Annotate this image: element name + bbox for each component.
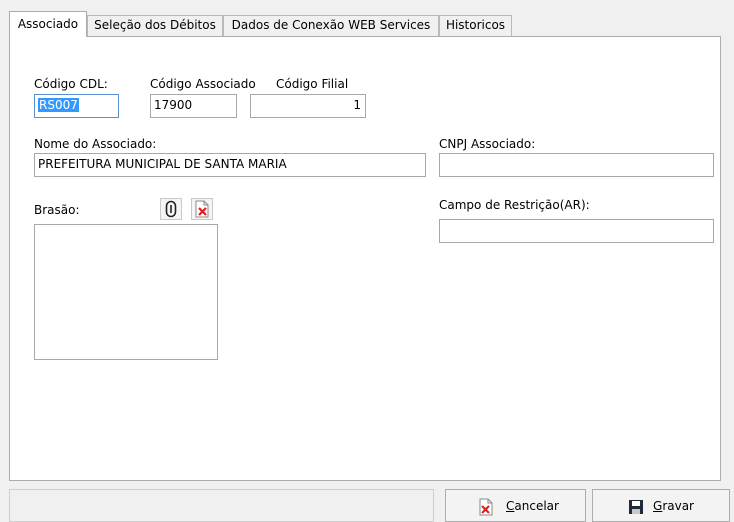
codigo-filial-label: Código Filial [276, 77, 349, 91]
campo-restricao-label: Campo de Restrição(AR): [439, 198, 590, 212]
tab-label: Dados de Conexão WEB Services [231, 18, 431, 32]
tab-dados-conexao[interactable]: Dados de Conexão WEB Services [223, 15, 439, 36]
nome-associado-label: Nome do Associado: [34, 137, 157, 151]
codigo-associado-field[interactable]: 17900 [150, 94, 237, 118]
codigo-cdl-label: Código CDL: [34, 77, 108, 91]
tab-associado[interactable]: Associado [9, 11, 87, 37]
nome-associado-value: PREFEITURA MUNICIPAL DE SANTA MARIA [38, 157, 287, 171]
cancel-label-rest: ancelar [514, 499, 559, 513]
save-button-label: Gravar [653, 499, 694, 513]
associado-panel: Código CDL: RS007 Código Associado 17900… [9, 36, 721, 481]
save-label-rest: ravar [662, 499, 694, 513]
codigo-filial-value: 1 [353, 98, 361, 112]
cnpj-associado-field[interactable] [439, 153, 714, 177]
cancel-button[interactable]: Cancelar [445, 489, 586, 522]
codigo-cdl-field[interactable]: RS007 [34, 94, 119, 118]
tab-selecao-debitos[interactable]: Seleção dos Débitos [87, 15, 223, 36]
campo-restricao-field[interactable] [439, 219, 714, 243]
status-bar [9, 489, 434, 522]
save-button[interactable]: Gravar [592, 489, 730, 522]
tab-label: Historicos [445, 18, 506, 32]
tab-historicos[interactable]: Historicos [439, 15, 512, 36]
attach-image-button[interactable] [160, 198, 182, 220]
codigo-filial-field[interactable]: 1 [250, 94, 366, 118]
tab-label: Seleção dos Débitos [94, 18, 216, 32]
cancel-button-label: Cancelar [506, 499, 559, 513]
codigo-associado-value: 17900 [154, 98, 193, 112]
nome-associado-field[interactable]: PREFEITURA MUNICIPAL DE SANTA MARIA [34, 153, 426, 177]
paperclip-icon [165, 200, 177, 218]
cancel-icon [479, 498, 493, 516]
codigo-cdl-value: RS007 [38, 98, 79, 112]
delete-image-icon [195, 200, 209, 218]
brasao-label: Brasão: [34, 203, 80, 217]
remove-image-button[interactable] [191, 198, 213, 220]
tab-label: Associado [17, 17, 79, 31]
save-mnemonic: G [653, 499, 663, 513]
codigo-associado-label: Código Associado [150, 77, 256, 91]
brasao-image-box[interactable] [34, 224, 218, 360]
cnpj-associado-label: CNPJ Associado: [439, 137, 536, 151]
floppy-disk-icon [629, 500, 643, 514]
